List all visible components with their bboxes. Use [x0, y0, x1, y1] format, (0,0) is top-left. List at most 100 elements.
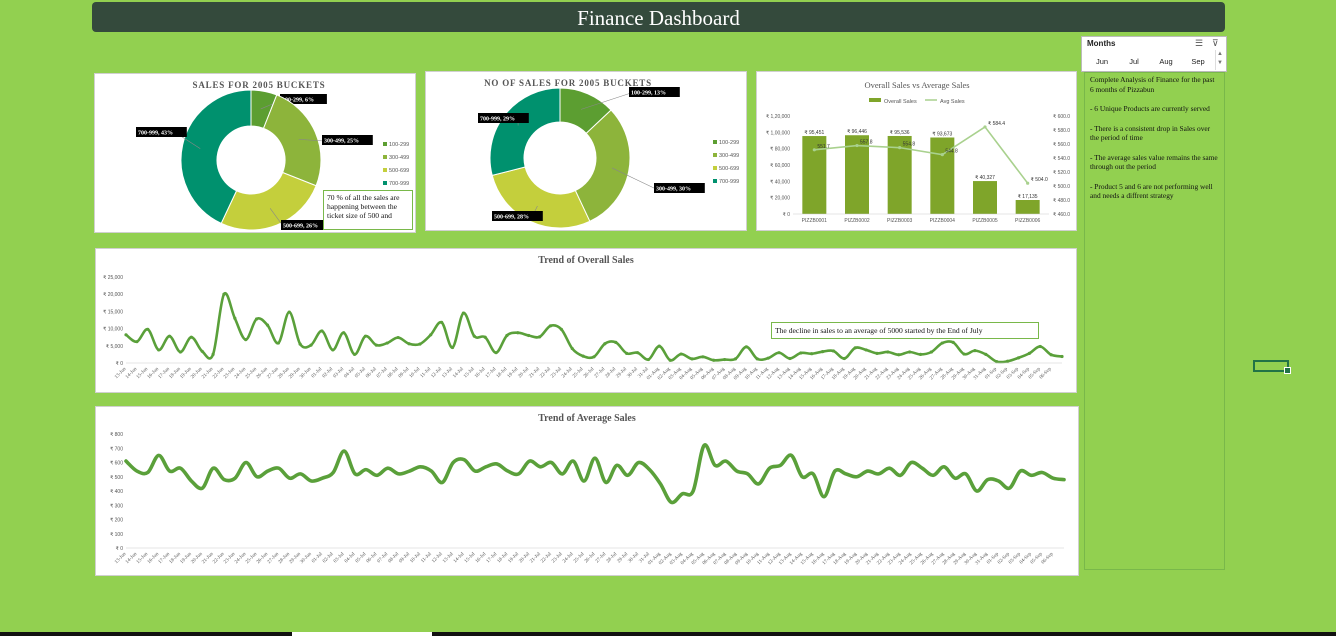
x-tick-label: 06-Sep [1041, 552, 1055, 566]
data-label: 700-999, 43% [138, 131, 173, 137]
legend-label: 500-699 [389, 168, 409, 174]
x-tick-label: 21-Jul [529, 366, 542, 379]
x-tick-label: 09-Jul [398, 366, 411, 379]
trend-point [374, 343, 378, 347]
x-tick-label: 12-Jul [431, 366, 444, 379]
overall-vs-average-chart[interactable]: Overall Sales vs Average Sales Overall Sa… [756, 71, 1077, 231]
data-label: 100-299, 13% [631, 91, 666, 97]
trend-overall-sales-chart[interactable]: Trend of Overall Sales ₹ 0 ₹ 5,000 ₹ 10,000… [95, 248, 1077, 393]
data-label: 300-499, 30% [656, 187, 691, 193]
x-tick-label: PIZZB0003 [887, 218, 913, 224]
no-of-sales-chart[interactable]: NO OF SALES FOR 2005 BUCKETS 100-299, 13%… [425, 71, 747, 231]
x-tick-label: 10-Jul [410, 551, 423, 564]
x-tick-label: 03-Jul [333, 551, 346, 564]
trend-point [1038, 344, 1042, 349]
x-tick-label: 05-Jul [355, 551, 368, 564]
y-tick-label: ₹ 15,000 [103, 309, 123, 315]
note-1: Complete Analysis of Finance for the pas… [1090, 75, 1215, 94]
slicer-item-aug[interactable]: Aug [1150, 56, 1182, 68]
selected-cell[interactable] [1253, 360, 1291, 374]
trend-point [603, 342, 607, 346]
legend-swatch [713, 153, 717, 157]
y-tick-label: ₹ 40,000 [770, 179, 790, 185]
y-tick-label: ₹ 1,20,000 [766, 114, 790, 120]
trend-point [1027, 351, 1031, 355]
fill-handle[interactable] [1284, 367, 1291, 374]
legend-label: 300-499 [719, 153, 739, 159]
trend-point [352, 352, 357, 356]
chart-title: SALES FOR 2005 BUCKETS [193, 80, 326, 90]
x-tick-label: PIZZB0001 [802, 218, 828, 224]
legend-label: 700-999 [719, 179, 739, 185]
donut-slice [489, 87, 561, 177]
trend-point [244, 338, 248, 342]
trend-point [331, 348, 335, 352]
trend-point [548, 324, 553, 328]
trend-point [984, 352, 988, 356]
x-tick-label: 30-Jul [628, 551, 641, 564]
chart-title: NO OF SALES FOR 2005 BUCKETS [484, 78, 652, 88]
trend-point [875, 351, 879, 355]
trend-point [124, 333, 128, 337]
x-tick-label: 19-Jul [508, 551, 521, 564]
trend-point [668, 358, 672, 362]
chart-title: Trend of Overall Sales [538, 255, 634, 266]
avg-sales-point [855, 143, 859, 148]
slicer-item-sep[interactable]: Sep [1182, 56, 1214, 68]
y2-tick-label: ₹ 500.0 [1053, 184, 1070, 190]
trend-overall-sales-svg: Trend of Overall Sales ₹ 0 ₹ 5,000 ₹ 10,000… [103, 255, 1064, 381]
trend-point [733, 357, 738, 361]
y-tick-label: ₹ 100 [110, 532, 123, 538]
x-tick-label: 26-Jul [584, 551, 597, 564]
x-tick-label: PIZZB0002 [844, 218, 870, 224]
trend-point [516, 331, 520, 335]
note-4: - The average sales value remains the sa… [1090, 152, 1218, 172]
x-tick-label: 15-Jul [464, 551, 477, 564]
slicer-item-jul[interactable]: Jul [1118, 56, 1150, 68]
x-tick-label: 29-Jul [616, 366, 629, 379]
trend-point [820, 350, 825, 354]
y2-tick-label: ₹ 520.0 [1053, 170, 1070, 176]
chart-title: Trend of Average Sales [538, 413, 636, 424]
x-tick-label: 16-Jul [474, 366, 487, 379]
y-tick-label: ₹ 300 [110, 503, 123, 509]
x-tick-label: 11-Jul [420, 366, 433, 379]
slicer-items: Jun Jul Aug Sep [1086, 56, 1214, 68]
y-tick-label: ₹ 0 [783, 212, 791, 218]
x-tick-label: 28-Jul [606, 551, 619, 564]
x-tick-label: 21-Jul [530, 551, 543, 564]
trend-point [701, 355, 705, 359]
trend-point [690, 357, 694, 361]
trend-point [135, 340, 139, 344]
trend-point [570, 346, 574, 351]
trend-callout: The decline in sales to an average of 50… [771, 322, 1039, 339]
avg-sales-label: 544.8 [945, 149, 958, 155]
trend-point [440, 320, 444, 325]
y-tick-label: ₹ 5,000 [106, 344, 123, 350]
y2-tick-label: ₹ 600.0 [1053, 114, 1070, 120]
x-tick-label: 22-Jul [540, 366, 553, 379]
clear-filter-icon[interactable]: ⊽ [1212, 38, 1219, 49]
chart-title: Overall Sales vs Average Sales [864, 80, 969, 90]
trend-point [1016, 356, 1021, 360]
bar [1015, 200, 1040, 214]
trend-point [614, 340, 618, 344]
trend-point [635, 351, 640, 355]
x-tick-label: 20-Jul [518, 366, 531, 379]
trend-point [831, 349, 836, 353]
slicer-item-jun[interactable]: Jun [1086, 56, 1118, 68]
sales-buckets-callout: 70 % of all the sales are happening betw… [323, 190, 413, 230]
bar-value-label: ₹ 95,536 [890, 130, 910, 136]
trend-average-sales-chart[interactable]: Trend of Average Sales ₹ 0 ₹ 100 ₹ 200 ₹ 300… [95, 406, 1079, 576]
trend-point [973, 349, 977, 353]
bar-value-label: ₹ 40,327 [975, 175, 995, 181]
trend-point [842, 356, 846, 361]
y-tick-label: ₹ 500 [110, 475, 123, 481]
x-tick-label: 30-Jun [300, 552, 314, 566]
multi-select-icon[interactable]: ☰ [1195, 38, 1203, 49]
trend-point [646, 357, 651, 362]
months-slicer[interactable]: Months ☰ ⊽ Jun Jul Aug Sep ▲ ▼ [1081, 36, 1227, 72]
trend-point [483, 335, 487, 339]
trend-point [559, 327, 563, 331]
slicer-scrollbar[interactable]: ▲ ▼ [1215, 50, 1224, 70]
